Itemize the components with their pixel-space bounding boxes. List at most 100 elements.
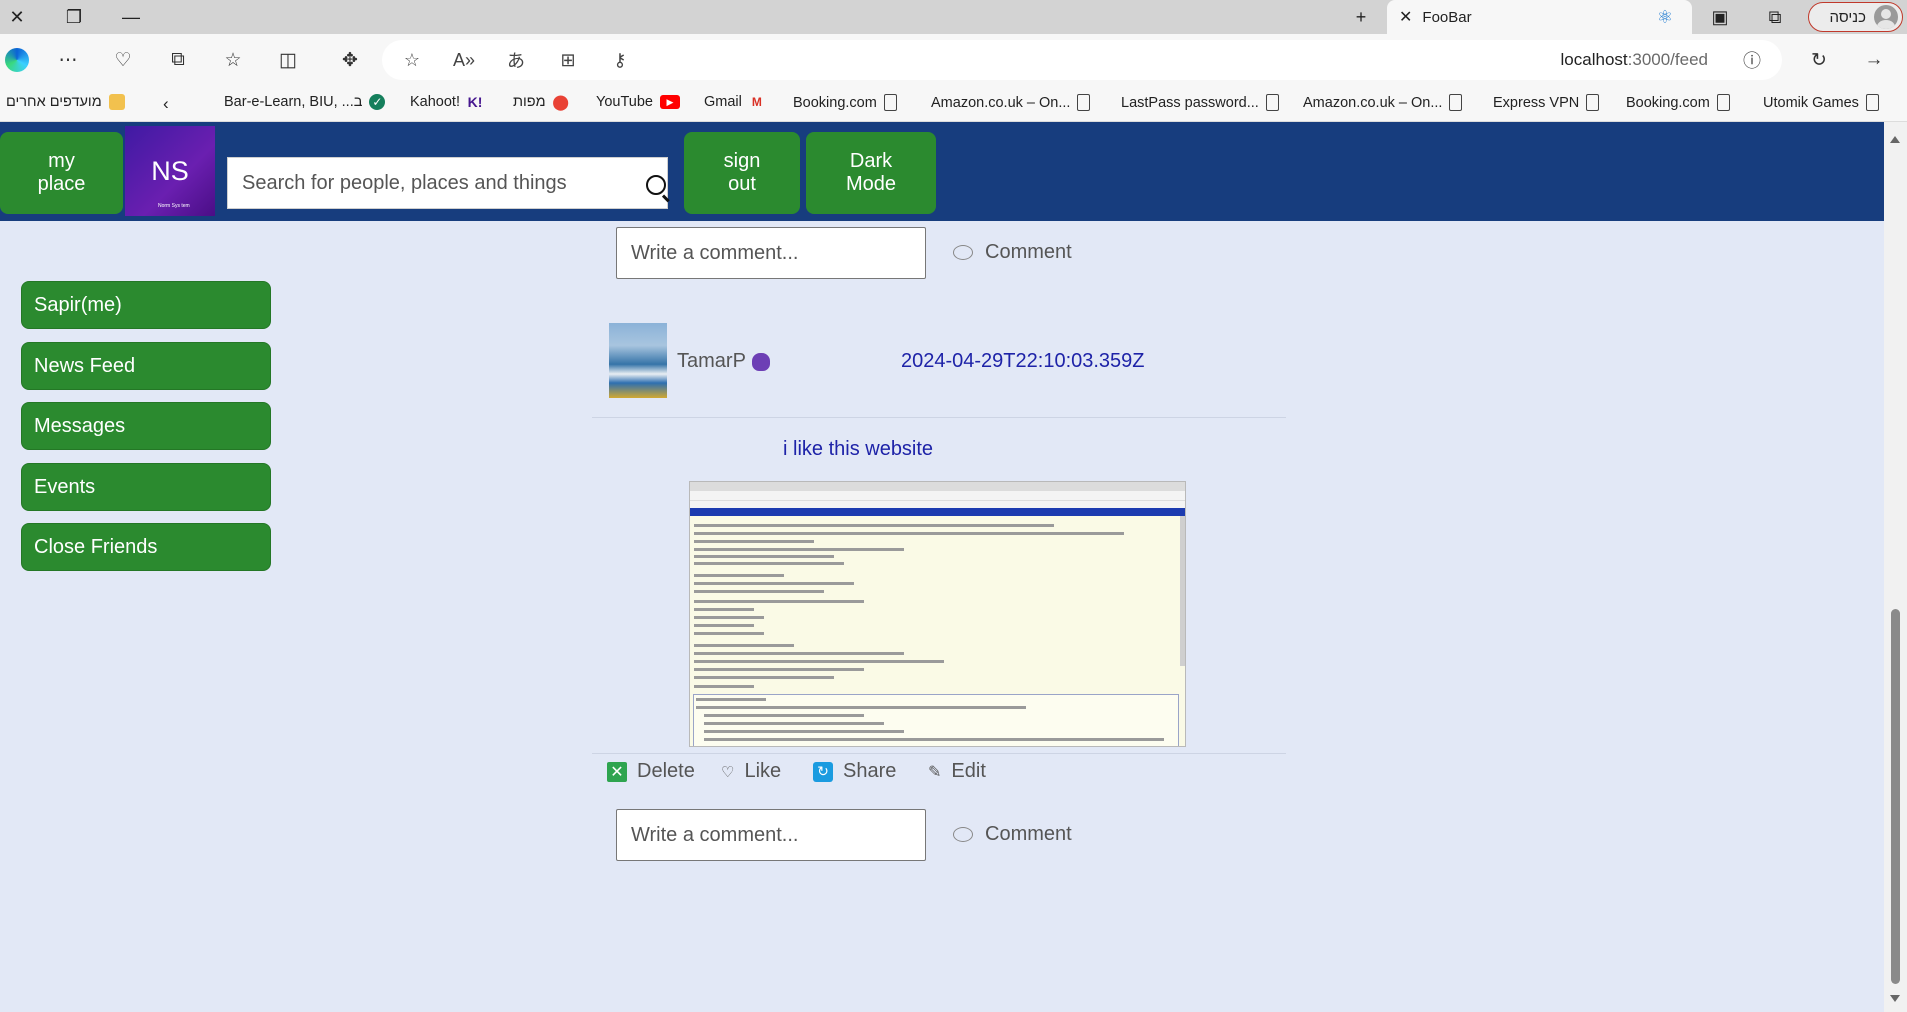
- bookmarks-bar: מועדפים אחרים ‹ Bar-e-Learn, BIU, ...ב ✓…: [0, 86, 1907, 122]
- search-input[interactable]: [228, 158, 667, 208]
- sidebar-item-messages[interactable]: Messages: [21, 402, 271, 450]
- profile-button[interactable]: כניסה: [1808, 2, 1903, 32]
- search-field: [227, 157, 668, 209]
- page-icon: [1865, 94, 1879, 111]
- page-icon: [1265, 94, 1279, 111]
- favorites-list-icon[interactable]: ☆: [220, 47, 246, 73]
- like-button[interactable]: ♡ Like: [721, 760, 781, 783]
- delete-icon: ✕: [607, 761, 627, 782]
- page-icon: [1449, 94, 1463, 111]
- post-text: i like this website: [783, 438, 934, 460]
- my-place-button[interactable]: my place: [0, 132, 123, 214]
- bookmark-youtube[interactable]: YouTube ▶: [596, 94, 680, 110]
- page-icon: [1077, 94, 1091, 111]
- tab-foobar[interactable]: ✕ FooBar: [1387, 0, 1692, 34]
- extension-react-icon[interactable]: ⚛: [1652, 4, 1678, 30]
- comment-box: [616, 809, 926, 861]
- page-icon: [883, 94, 897, 111]
- close-tab-icon[interactable]: ✕: [1399, 7, 1412, 27]
- page-icon: [1586, 94, 1600, 111]
- refresh-icon[interactable]: ↻: [1806, 47, 1832, 73]
- bookmark-booking-1[interactable]: Booking.com: [793, 94, 897, 111]
- scrollbar-thumb[interactable]: [1891, 609, 1900, 984]
- post-author[interactable]: TamarP: [677, 350, 770, 373]
- comment-box: [616, 227, 926, 279]
- bookmark-other-favorites[interactable]: מועדפים אחרים: [6, 94, 125, 110]
- kahoot-icon: K!: [467, 94, 483, 110]
- comment-button[interactable]: Comment: [953, 241, 1072, 264]
- restore-window-icon[interactable]: ❐: [61, 4, 87, 30]
- ns-logo-subtitle: Norm Sys tem: [158, 203, 190, 209]
- delete-button[interactable]: ✕ Delete: [607, 760, 695, 783]
- bookmarks-scroll-left-icon[interactable]: ‹: [163, 94, 169, 114]
- heart-icon: ♡: [721, 763, 735, 781]
- bookmark-gmail[interactable]: Gmail M: [704, 94, 765, 110]
- profile-label: כניסה: [1829, 8, 1866, 26]
- bookmark-amazon-1[interactable]: Amazon.co.uk – On...: [931, 94, 1091, 111]
- app-available-icon[interactable]: ⊞: [556, 48, 580, 72]
- bookmark-lastpass[interactable]: LastPass password...: [1121, 94, 1279, 111]
- maps-pin-icon: ⬤: [552, 94, 569, 111]
- bookmark-utomik[interactable]: Utomik Games: [1763, 94, 1879, 111]
- profile-avatar-icon: [1874, 5, 1898, 29]
- edit-button[interactable]: ✎ Edit: [928, 760, 986, 783]
- address-bar[interactable]: ☆ A» あ ⊞ ⚷ localhost:3000/feed ⓘ: [382, 40, 1782, 80]
- collections-icon[interactable]: ⧉: [165, 47, 191, 73]
- bookmark-booking-2[interactable]: Booking.com: [1626, 94, 1730, 111]
- site-info-icon[interactable]: ⓘ: [1740, 48, 1764, 72]
- workspaces-icon[interactable]: ⧉: [1762, 4, 1788, 30]
- post-divider: [592, 417, 1286, 418]
- new-tab-icon[interactable]: +: [1348, 4, 1374, 30]
- post-actions-divider: [592, 753, 1286, 754]
- search-icon[interactable]: [646, 175, 666, 195]
- page-scrollbar[interactable]: [1884, 122, 1907, 1012]
- comment-input[interactable]: [617, 810, 925, 860]
- bookmark-express-vpn[interactable]: Express VPN: [1493, 94, 1600, 111]
- key-icon[interactable]: ⚷: [608, 48, 632, 72]
- add-favorite-icon[interactable]: ☆: [400, 48, 424, 72]
- url-text: localhost:3000/feed: [1560, 50, 1708, 69]
- bear-emoji-icon: [751, 352, 770, 371]
- comment-input[interactable]: [617, 228, 925, 278]
- gmail-icon: M: [751, 95, 762, 109]
- share-icon: ↻: [813, 761, 833, 782]
- scroll-down-icon[interactable]: [1890, 995, 1900, 1002]
- bookmark-kahoot[interactable]: Kahoot! K!: [410, 94, 483, 110]
- speech-bubble-icon: [953, 827, 973, 842]
- bookmark-bar-e-learn[interactable]: Bar-e-Learn, BIU, ...ב ✓: [224, 94, 386, 110]
- minimize-window-icon[interactable]: —: [118, 4, 144, 30]
- sidebar-item-events[interactable]: Events: [21, 463, 271, 511]
- comment-button[interactable]: Comment: [953, 823, 1072, 846]
- sidebar-item-profile[interactable]: Sapir(me): [21, 281, 271, 329]
- more-menu-icon[interactable]: ⋯: [55, 47, 81, 73]
- read-aloud-icon[interactable]: A»: [452, 48, 476, 72]
- speech-bubble-icon: [953, 245, 973, 260]
- browser-essentials-icon[interactable]: ♡: [110, 47, 136, 73]
- browser-toolbar: ⋯ ♡ ⧉ ☆ ◫ ✥ ☆ A» あ ⊞ ⚷ localhost:3000/fe…: [0, 34, 1907, 86]
- translate-icon[interactable]: あ: [504, 48, 528, 72]
- bookmark-amazon-2[interactable]: Amazon.co.uk – On...: [1303, 94, 1463, 111]
- close-window-icon[interactable]: ✕: [4, 4, 30, 30]
- extensions-icon[interactable]: ✥: [337, 47, 363, 73]
- sidebar-item-close-friends[interactable]: Close Friends: [21, 523, 271, 571]
- dark-mode-button[interactable]: Dark Mode: [806, 132, 936, 214]
- copilot-icon[interactable]: [4, 47, 30, 73]
- sign-out-button[interactable]: sign out: [684, 132, 800, 214]
- app-header: my place NS Norm Sys tem sign out Dark M…: [0, 122, 1884, 221]
- share-button[interactable]: ↻ Share: [813, 760, 896, 783]
- tab-actions-icon[interactable]: ▣: [1707, 4, 1733, 30]
- browser-tab-bar: ✕ ❐ — + ✕ FooBar ⚛ ▣ ⧉ כניסה: [0, 0, 1907, 34]
- tab-title: FooBar: [1422, 8, 1472, 26]
- youtube-icon: ▶: [659, 95, 680, 109]
- post-timestamp: 2024-04-29T22:10:03.359Z: [901, 350, 1145, 372]
- scroll-up-icon[interactable]: [1890, 136, 1900, 143]
- folder-icon: [108, 94, 125, 110]
- forward-icon[interactable]: →: [1861, 47, 1887, 73]
- bar-ilan-icon: ✓: [369, 94, 386, 110]
- sidebar-item-news-feed[interactable]: News Feed: [21, 342, 271, 390]
- post-author-avatar[interactable]: [609, 323, 667, 398]
- bookmark-maps[interactable]: מפות ⬤: [513, 94, 569, 111]
- post-image[interactable]: [689, 481, 1186, 747]
- page-icon: [1716, 94, 1730, 111]
- split-screen-icon[interactable]: ◫: [275, 47, 301, 73]
